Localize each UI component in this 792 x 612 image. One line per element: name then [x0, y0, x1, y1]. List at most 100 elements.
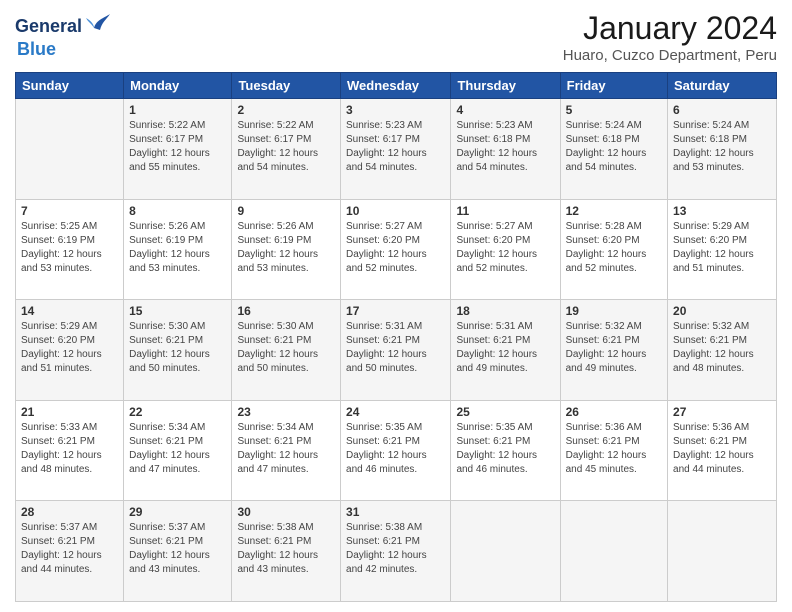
- calendar-week-row: 14 Sunrise: 5:29 AM Sunset: 6:20 PM Dayli…: [16, 300, 777, 401]
- calendar-cell: 4 Sunrise: 5:23 AM Sunset: 6:18 PM Daylig…: [451, 99, 560, 200]
- weekday-header-saturday: Saturday: [668, 73, 777, 99]
- day-number: 2: [237, 103, 335, 117]
- calendar-cell: 17 Sunrise: 5:31 AM Sunset: 6:21 PM Dayli…: [341, 300, 451, 401]
- calendar-cell: 31Sunrise: 5:38 AM Sunset: 6:21 PM Dayli…: [341, 501, 451, 602]
- day-number: 4: [456, 103, 554, 117]
- calendar-cell: 21 Sunrise: 5:33 AM Sunset: 6:21 PM Dayli…: [16, 400, 124, 501]
- calendar-cell: 28Sunrise: 5:37 AM Sunset: 6:21 PM Dayli…: [16, 501, 124, 602]
- day-number: 26: [566, 405, 662, 419]
- day-info: Sunrise: 5:34 AM Sunset: 6:21 PM Dayligh…: [237, 421, 335, 477]
- day-info: Sunrise: 5:35 AM Sunset: 6:21 PM Dayligh…: [346, 421, 445, 477]
- day-info: Sunrise: 5:22 AM Sunset: 6:17 PM Dayligh…: [237, 119, 335, 175]
- page: General Blue January 2024 Huaro, Cuzco D…: [0, 0, 792, 612]
- day-info: Sunrise: 5:22 AM Sunset: 6:17 PM Dayligh…: [129, 119, 226, 175]
- day-info: Sunrise: 5:29 AM Sunset: 6:20 PM Dayligh…: [673, 220, 771, 276]
- day-number: 13: [673, 204, 771, 218]
- weekday-header-sunday: Sunday: [16, 73, 124, 99]
- weekday-header-tuesday: Tuesday: [232, 73, 341, 99]
- calendar-cell: 6 Sunrise: 5:24 AM Sunset: 6:18 PM Daylig…: [668, 99, 777, 200]
- calendar-cell: [560, 501, 667, 602]
- day-number: 24: [346, 405, 445, 419]
- day-info: Sunrise: 5:31 AM Sunset: 6:21 PM Dayligh…: [456, 320, 554, 376]
- calendar-cell: 29 Sunrise: 5:37 AM Sunset: 6:21 PM Dayli…: [124, 501, 232, 602]
- day-number: 28: [21, 505, 118, 519]
- calendar-cell: 8 Sunrise: 5:26 AM Sunset: 6:19 PM Daylig…: [124, 199, 232, 300]
- day-info: Sunrise: 5:27 AM Sunset: 6:20 PM Dayligh…: [456, 220, 554, 276]
- calendar-cell: 24 Sunrise: 5:35 AM Sunset: 6:21 PM Dayli…: [341, 400, 451, 501]
- day-number: 6: [673, 103, 771, 117]
- day-info: Sunrise: 5:30 AM Sunset: 6:21 PM Dayligh…: [237, 320, 335, 376]
- day-number: 7: [21, 204, 118, 218]
- day-info: Sunrise: 5:33 AM Sunset: 6:21 PM Dayligh…: [21, 421, 118, 477]
- calendar-cell: 19 Sunrise: 5:32 AM Sunset: 6:21 PM Dayli…: [560, 300, 667, 401]
- calendar-cell: [16, 99, 124, 200]
- day-info: Sunrise: 5:38 AM Sunset: 6:21 PM Dayligh…: [346, 521, 445, 577]
- calendar-cell: 26 Sunrise: 5:36 AM Sunset: 6:21 PM Dayli…: [560, 400, 667, 501]
- day-info: Sunrise: 5:25 AM Sunset: 6:19 PM Dayligh…: [21, 220, 118, 276]
- main-title: January 2024: [563, 10, 777, 47]
- title-block: January 2024 Huaro, Cuzco Department, Pe…: [563, 10, 777, 64]
- calendar-cell: 20Sunrise: 5:32 AM Sunset: 6:21 PM Dayli…: [668, 300, 777, 401]
- day-info: Sunrise: 5:35 AM Sunset: 6:21 PM Dayligh…: [456, 421, 554, 477]
- calendar-cell: [451, 501, 560, 602]
- day-info: Sunrise: 5:24 AM Sunset: 6:18 PM Dayligh…: [566, 119, 662, 175]
- day-number: 10: [346, 204, 445, 218]
- calendar-cell: 15Sunrise: 5:30 AM Sunset: 6:21 PM Dayli…: [124, 300, 232, 401]
- day-info: Sunrise: 5:26 AM Sunset: 6:19 PM Dayligh…: [237, 220, 335, 276]
- day-info: Sunrise: 5:37 AM Sunset: 6:21 PM Dayligh…: [129, 521, 226, 577]
- day-info: Sunrise: 5:34 AM Sunset: 6:21 PM Dayligh…: [129, 421, 226, 477]
- day-info: Sunrise: 5:31 AM Sunset: 6:21 PM Dayligh…: [346, 320, 445, 376]
- day-number: 12: [566, 204, 662, 218]
- calendar-week-row: 21 Sunrise: 5:33 AM Sunset: 6:21 PM Dayli…: [16, 400, 777, 501]
- logo-bird-icon: [84, 10, 112, 44]
- day-info: Sunrise: 5:23 AM Sunset: 6:17 PM Dayligh…: [346, 119, 445, 175]
- day-info: Sunrise: 5:36 AM Sunset: 6:21 PM Dayligh…: [673, 421, 771, 477]
- calendar-cell: 11Sunrise: 5:27 AM Sunset: 6:20 PM Dayli…: [451, 199, 560, 300]
- calendar-cell: 3 Sunrise: 5:23 AM Sunset: 6:17 PM Daylig…: [341, 99, 451, 200]
- calendar-cell: 13 Sunrise: 5:29 AM Sunset: 6:20 PM Dayli…: [668, 199, 777, 300]
- logo-blue: Blue: [17, 40, 56, 60]
- calendar-cell: 1Sunrise: 5:22 AM Sunset: 6:17 PM Daylig…: [124, 99, 232, 200]
- logo-general: General: [15, 17, 82, 37]
- day-number: 23: [237, 405, 335, 419]
- day-info: Sunrise: 5:38 AM Sunset: 6:21 PM Dayligh…: [237, 521, 335, 577]
- weekday-header-monday: Monday: [124, 73, 232, 99]
- day-number: 17: [346, 304, 445, 318]
- day-info: Sunrise: 5:24 AM Sunset: 6:18 PM Dayligh…: [673, 119, 771, 175]
- calendar-cell: 18Sunrise: 5:31 AM Sunset: 6:21 PM Dayli…: [451, 300, 560, 401]
- day-number: 30: [237, 505, 335, 519]
- day-number: 15: [129, 304, 226, 318]
- day-info: Sunrise: 5:23 AM Sunset: 6:18 PM Dayligh…: [456, 119, 554, 175]
- day-number: 22: [129, 405, 226, 419]
- day-number: 27: [673, 405, 771, 419]
- day-info: Sunrise: 5:36 AM Sunset: 6:21 PM Dayligh…: [566, 421, 662, 477]
- day-number: 21: [21, 405, 118, 419]
- calendar-week-row: 1Sunrise: 5:22 AM Sunset: 6:17 PM Daylig…: [16, 99, 777, 200]
- day-number: 8: [129, 204, 226, 218]
- logo: General Blue: [15, 10, 112, 60]
- calendar-cell: 7 Sunrise: 5:25 AM Sunset: 6:19 PM Daylig…: [16, 199, 124, 300]
- calendar-cell: [668, 501, 777, 602]
- weekday-header-friday: Friday: [560, 73, 667, 99]
- weekday-header-wednesday: Wednesday: [341, 73, 451, 99]
- calendar-cell: 25 Sunrise: 5:35 AM Sunset: 6:21 PM Dayli…: [451, 400, 560, 501]
- day-info: Sunrise: 5:32 AM Sunset: 6:21 PM Dayligh…: [566, 320, 662, 376]
- subtitle: Huaro, Cuzco Department, Peru: [563, 47, 777, 64]
- day-info: Sunrise: 5:29 AM Sunset: 6:20 PM Dayligh…: [21, 320, 118, 376]
- calendar-cell: 10Sunrise: 5:27 AM Sunset: 6:20 PM Dayli…: [341, 199, 451, 300]
- calendar-cell: 23 Sunrise: 5:34 AM Sunset: 6:21 PM Dayli…: [232, 400, 341, 501]
- day-info: Sunrise: 5:26 AM Sunset: 6:19 PM Dayligh…: [129, 220, 226, 276]
- calendar-cell: 2 Sunrise: 5:22 AM Sunset: 6:17 PM Daylig…: [232, 99, 341, 200]
- calendar-cell: 22 Sunrise: 5:34 AM Sunset: 6:21 PM Dayli…: [124, 400, 232, 501]
- calendar-table: SundayMondayTuesdayWednesdayThursdayFrid…: [15, 72, 777, 602]
- weekday-header-thursday: Thursday: [451, 73, 560, 99]
- day-number: 14: [21, 304, 118, 318]
- day-number: 9: [237, 204, 335, 218]
- calendar-cell: 30 Sunrise: 5:38 AM Sunset: 6:21 PM Dayli…: [232, 501, 341, 602]
- day-number: 3: [346, 103, 445, 117]
- day-number: 20: [673, 304, 771, 318]
- day-number: 25: [456, 405, 554, 419]
- day-number: 29: [129, 505, 226, 519]
- day-number: 16: [237, 304, 335, 318]
- day-number: 19: [566, 304, 662, 318]
